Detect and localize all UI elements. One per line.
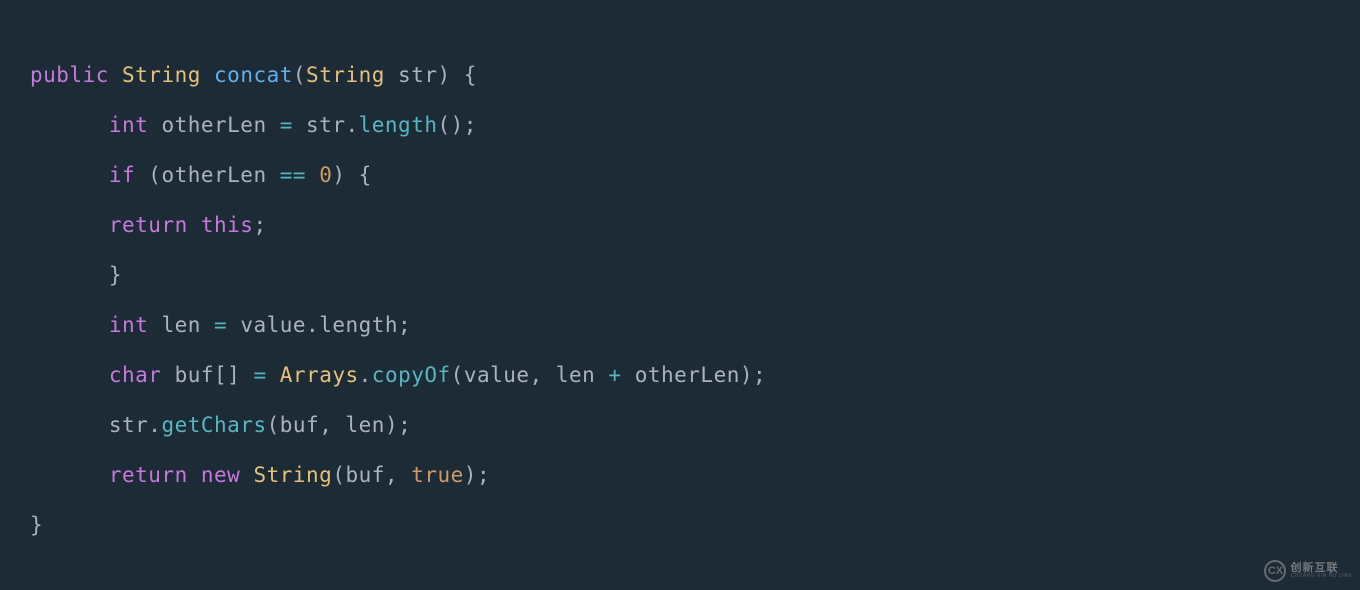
arg-value: value — [464, 363, 530, 387]
type-int: int — [109, 113, 148, 137]
brace-close: } — [30, 513, 43, 537]
keyword-this: this — [201, 213, 254, 237]
arg-buf: buf — [280, 413, 319, 437]
ident-len: len — [148, 313, 214, 337]
brace-open: { — [451, 63, 477, 87]
ident-otherlen: otherLen — [161, 163, 279, 187]
semi: ; — [398, 413, 411, 437]
code-block: public String concat(String str) { int o… — [0, 0, 1360, 590]
keyword-return: return — [109, 463, 188, 487]
call-getchars: getChars — [161, 413, 266, 437]
paren-close: ) — [740, 363, 753, 387]
arg-len: len — [346, 413, 385, 437]
ident-buf: buf — [161, 363, 214, 387]
op-plus: + — [608, 363, 621, 387]
type-string: String — [253, 463, 332, 487]
watermark-text: 创新互联 CHUANG XIN HU LIAN — [1290, 562, 1352, 580]
paren-open: ( — [135, 163, 161, 187]
space — [188, 213, 201, 237]
param-name: str — [385, 63, 438, 87]
expr-value: value — [227, 313, 306, 337]
call-copyof: copyOf — [372, 363, 451, 387]
paren-close: ) — [332, 163, 345, 187]
comma: , — [385, 463, 411, 487]
space — [267, 363, 280, 387]
comma: , — [319, 413, 345, 437]
paren-close: ) — [464, 463, 477, 487]
code-content: public String concat(String str) { int o… — [30, 50, 1330, 550]
dot: . — [148, 413, 161, 437]
num-zero: 0 — [319, 163, 332, 187]
method-name: concat — [214, 63, 293, 87]
param-type: String — [306, 63, 385, 87]
type-string: String — [122, 63, 201, 87]
prop-length: length — [319, 313, 398, 337]
space — [188, 463, 201, 487]
space — [306, 163, 319, 187]
brace-open: { — [346, 163, 372, 187]
parens: () — [437, 113, 463, 137]
type-int: int — [109, 313, 148, 337]
paren-open: ( — [293, 63, 306, 87]
semi: ; — [464, 113, 477, 137]
keyword-public: public — [30, 63, 109, 87]
dot: . — [345, 113, 358, 137]
type-char: char — [109, 363, 162, 387]
expr-str: str — [293, 113, 346, 137]
dot: . — [306, 313, 319, 337]
op-eqeq: == — [280, 163, 306, 187]
arg-otherlen: otherLen — [622, 363, 740, 387]
call-length: length — [359, 113, 438, 137]
dot: . — [359, 363, 372, 387]
semi: ; — [398, 313, 411, 337]
op-eq: = — [214, 313, 227, 337]
comma: , — [530, 363, 556, 387]
keyword-return: return — [109, 213, 188, 237]
op-eq: = — [280, 113, 293, 137]
paren-close: ) — [437, 63, 450, 87]
paren-open: ( — [332, 463, 345, 487]
bool-true: true — [411, 463, 464, 487]
ident-otherlen: otherLen — [148, 113, 279, 137]
watermark-logo-icon: CX — [1264, 560, 1286, 582]
semi: ; — [253, 213, 266, 237]
space — [240, 463, 253, 487]
ident-str: str — [109, 413, 148, 437]
watermark: CX 创新互联 CHUANG XIN HU LIAN — [1264, 560, 1352, 582]
watermark-py: CHUANG XIN HU LIAN — [1290, 574, 1352, 580]
paren-open: ( — [451, 363, 464, 387]
arg-buf: buf — [345, 463, 384, 487]
semi: ; — [477, 463, 490, 487]
brackets: [] — [214, 363, 240, 387]
keyword-new: new — [201, 463, 240, 487]
brace-close: } — [109, 263, 122, 287]
space — [240, 363, 253, 387]
semi: ; — [753, 363, 766, 387]
arg-len: len — [556, 363, 609, 387]
paren-open: ( — [267, 413, 280, 437]
keyword-if: if — [109, 163, 135, 187]
class-arrays: Arrays — [280, 363, 359, 387]
op-eq: = — [253, 363, 266, 387]
paren-close: ) — [385, 413, 398, 437]
